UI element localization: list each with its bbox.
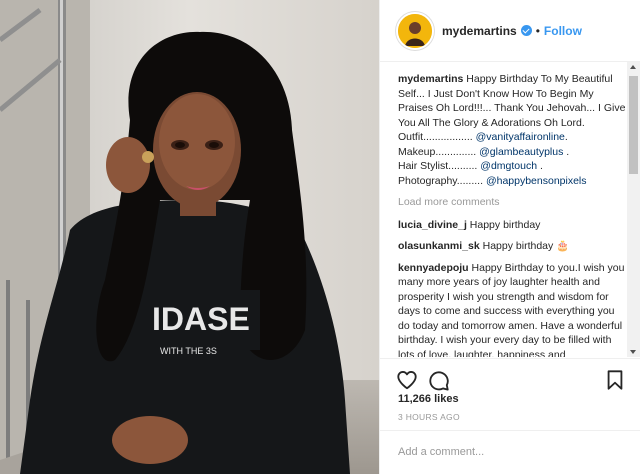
scrollbar-thumb[interactable] bbox=[629, 76, 638, 174]
svg-text:IDASE: IDASE bbox=[152, 301, 250, 337]
avatar[interactable] bbox=[396, 11, 434, 50]
verified-icon bbox=[520, 25, 532, 36]
comment-item: olasunkanmi_sk Happy birthday 🎂 bbox=[398, 239, 628, 254]
caption: mydemartins Happy Birthday To My Beautif… bbox=[398, 72, 628, 188]
svg-text:WITH THE 3S: WITH THE 3S bbox=[160, 346, 217, 356]
credit-suffix-makeup: . bbox=[563, 145, 570, 158]
header-username[interactable]: mydemartins bbox=[442, 24, 517, 38]
credit-label-outfit: Outfit................. bbox=[398, 131, 473, 143]
comments-list: mydemartins Happy Birthday To My Beautif… bbox=[380, 62, 628, 357]
bookmark-icon[interactable] bbox=[604, 369, 626, 391]
credit-suffix-hair: . bbox=[537, 160, 543, 172]
credit-label-hair: Hair Stylist.......... bbox=[398, 160, 478, 172]
credit-mention-outfit[interactable]: @vanityaffaironline bbox=[476, 131, 565, 143]
comment-text: Happy Birthday to you.I wish you many mo… bbox=[398, 261, 625, 358]
comment-username[interactable]: kennyadepoju bbox=[398, 262, 469, 274]
credit-mention-photography[interactable]: @happybensonpixels bbox=[486, 175, 587, 187]
credit-suffix-outfit: . bbox=[564, 131, 568, 143]
follow-button[interactable]: Follow bbox=[544, 24, 582, 38]
post-photo[interactable]: IDASE WITH THE 3S bbox=[0, 0, 379, 474]
load-more-comments-button[interactable]: Load more comments bbox=[398, 195, 628, 210]
credit-label-photography: Photography......... bbox=[398, 174, 484, 187]
post-side-panel: mydemartins • Follow mydemartins Happy B… bbox=[379, 0, 640, 474]
credit-mention-hair[interactable]: @dmgtouch bbox=[480, 160, 537, 172]
comment-item: lucia_divine_j Happy birthday bbox=[398, 218, 628, 233]
add-comment-input[interactable] bbox=[396, 441, 628, 463]
heart-icon[interactable] bbox=[396, 369, 418, 391]
comment-item: kennyadepoju Happy Birthday to you.I wis… bbox=[398, 261, 628, 358]
comment-username[interactable]: lucia_divine_j bbox=[398, 219, 467, 231]
photo-image: IDASE WITH THE 3S bbox=[0, 0, 379, 474]
action-bar bbox=[380, 358, 640, 398]
comment-username[interactable]: olasunkanmi_sk bbox=[398, 240, 480, 252]
comment-icon[interactable] bbox=[428, 369, 450, 391]
caption-username[interactable]: mydemartins bbox=[398, 73, 463, 85]
credit-mention-makeup[interactable]: @glambeautyplus bbox=[479, 146, 563, 158]
add-comment-section bbox=[380, 430, 640, 474]
post-header: mydemartins • Follow bbox=[380, 0, 640, 62]
comments-scrollbar[interactable] bbox=[627, 62, 640, 357]
header-separator: • bbox=[535, 23, 540, 38]
comment-text: Happy birthday bbox=[469, 218, 541, 231]
likes-count[interactable]: 11,266 likes bbox=[398, 393, 459, 405]
scroll-down-arrow-icon[interactable] bbox=[630, 350, 636, 354]
scroll-up-arrow-icon[interactable] bbox=[630, 65, 636, 69]
post-timestamp: 3 HOURS AGO bbox=[398, 412, 460, 422]
comment-text: Happy birthday 🎂 bbox=[482, 240, 570, 252]
credit-label-makeup: Makeup.............. bbox=[398, 145, 477, 158]
